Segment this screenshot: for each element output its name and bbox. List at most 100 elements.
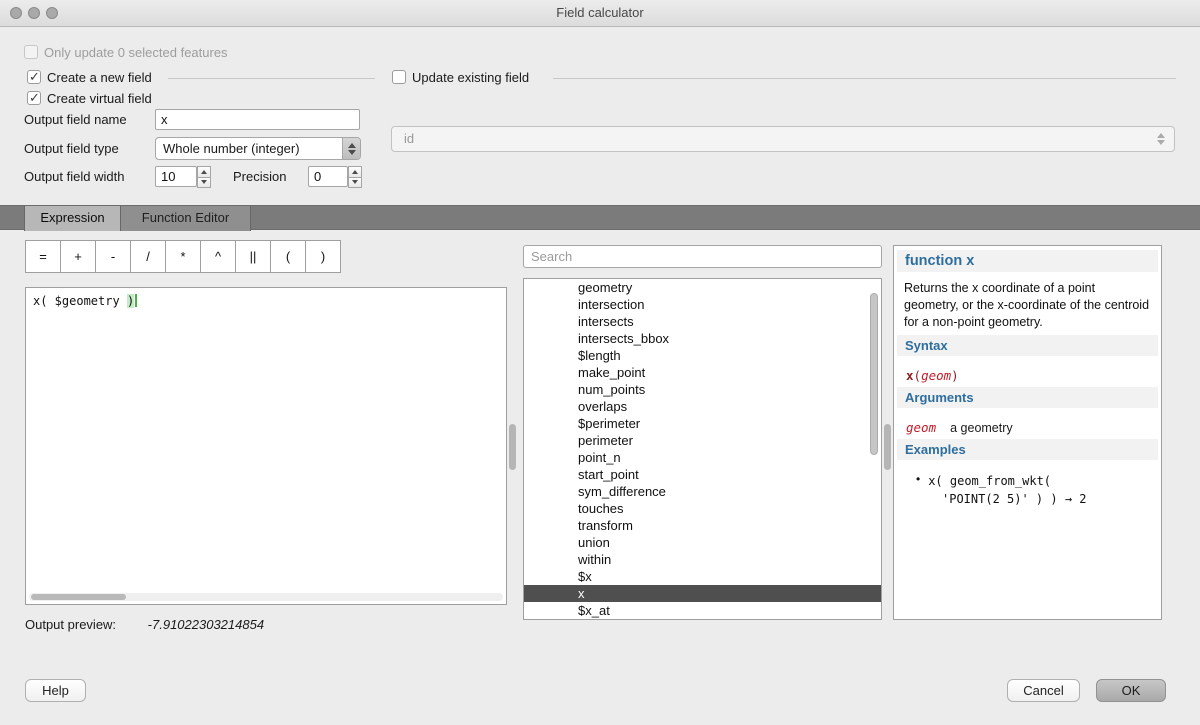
group-divider bbox=[553, 78, 1176, 79]
panel-scrollbar-thumb[interactable] bbox=[884, 424, 891, 470]
existing-field-select[interactable]: id bbox=[391, 126, 1175, 152]
operator-button[interactable]: + bbox=[60, 240, 96, 273]
search-input[interactable] bbox=[523, 245, 882, 268]
tab-expression[interactable]: Expression bbox=[24, 206, 121, 231]
output-field-name-input[interactable] bbox=[155, 109, 360, 130]
output-field-type-value: Whole number (integer) bbox=[156, 138, 342, 159]
function-help-panel: function x Returns the x coordinate of a… bbox=[893, 245, 1162, 620]
ok-button[interactable]: OK bbox=[1096, 679, 1166, 702]
operator-button[interactable]: * bbox=[165, 240, 201, 273]
example-code-line: x( geom_from_wkt( bbox=[928, 472, 1051, 490]
horizontal-scrollbar[interactable] bbox=[29, 593, 503, 601]
output-field-width-label: Output field width bbox=[24, 168, 124, 186]
bullet-icon: • bbox=[916, 472, 920, 490]
function-list-item[interactable]: overlaps bbox=[524, 398, 881, 415]
function-list-item[interactable]: within bbox=[524, 551, 881, 568]
function-list-item[interactable]: touches bbox=[524, 500, 881, 517]
stepper-up-icon[interactable] bbox=[348, 166, 362, 178]
combobox-stepper-icon[interactable] bbox=[342, 138, 360, 159]
operator-row: =+-/*^||() bbox=[25, 240, 341, 273]
tab-bar: Expression Function Editor bbox=[0, 205, 1200, 230]
function-list-item[interactable]: num_points bbox=[524, 381, 881, 398]
expression-scrollbar-thumb[interactable] bbox=[509, 424, 516, 470]
syntax-paren: ) bbox=[951, 368, 959, 383]
function-list-item[interactable]: x bbox=[524, 585, 881, 602]
syntax-heading: Syntax bbox=[897, 335, 1158, 356]
function-list-item[interactable]: start_point bbox=[524, 466, 881, 483]
operator-button[interactable]: / bbox=[130, 240, 166, 273]
function-list-item[interactable]: intersection bbox=[524, 296, 881, 313]
stepper-down-icon[interactable] bbox=[197, 178, 211, 189]
expression-code: x( $geometry ) bbox=[33, 294, 137, 308]
minimize-icon[interactable] bbox=[28, 7, 40, 19]
help-title: function x bbox=[897, 250, 1158, 272]
operator-button[interactable]: ( bbox=[270, 240, 306, 273]
stepper-down-icon[interactable] bbox=[348, 178, 362, 189]
text-cursor bbox=[135, 294, 137, 307]
function-list: geometryintersectionintersectsintersects… bbox=[523, 278, 882, 620]
stepper-up-icon[interactable] bbox=[197, 166, 211, 178]
operator-button[interactable]: - bbox=[95, 240, 131, 273]
function-list-scrollbar-thumb[interactable] bbox=[870, 293, 878, 455]
function-list-item[interactable]: point_n bbox=[524, 449, 881, 466]
function-list-item[interactable]: $x_at bbox=[524, 602, 881, 619]
width-stepper[interactable] bbox=[197, 166, 211, 188]
expression-token: x( bbox=[33, 294, 47, 308]
cancel-button[interactable]: Cancel bbox=[1007, 679, 1080, 702]
function-list-item[interactable]: perimeter bbox=[524, 432, 881, 449]
window-title: Field calculator bbox=[0, 0, 1200, 26]
existing-field-value: id bbox=[392, 127, 1157, 151]
checkbox-unchecked-icon bbox=[24, 45, 38, 59]
argument-description: a geometry bbox=[950, 421, 1013, 435]
tab-function-editor[interactable]: Function Editor bbox=[121, 206, 251, 231]
expression-editor[interactable]: x( $geometry ) bbox=[25, 287, 507, 605]
close-icon[interactable] bbox=[10, 7, 22, 19]
output-preview-value: -7.91022303214854 bbox=[148, 617, 264, 632]
function-list-item[interactable]: intersects bbox=[524, 313, 881, 330]
example-item: • x( geom_from_wkt( 'POINT(2 5)' ) ) → 2 bbox=[916, 472, 1151, 508]
precision-input[interactable] bbox=[308, 166, 348, 187]
create-new-field-label: Create a new field bbox=[47, 70, 152, 85]
create-new-field-checkbox[interactable]: Create a new field bbox=[27, 69, 152, 85]
function-list-item[interactable]: intersects_bbox bbox=[524, 330, 881, 347]
group-divider bbox=[168, 78, 375, 79]
function-list-item[interactable]: transform bbox=[524, 517, 881, 534]
function-list-item[interactable]: sym_difference bbox=[524, 483, 881, 500]
update-existing-field-label: Update existing field bbox=[412, 70, 529, 85]
checkbox-checked-icon bbox=[27, 70, 41, 84]
help-description: Returns the x coordinate of a point geom… bbox=[904, 280, 1151, 331]
scrollbar-thumb[interactable] bbox=[31, 594, 126, 600]
zoom-icon[interactable] bbox=[46, 7, 58, 19]
operator-button[interactable]: ^ bbox=[200, 240, 236, 273]
operator-button[interactable]: ) bbox=[305, 240, 341, 273]
precision-stepper[interactable] bbox=[348, 166, 362, 188]
syntax-code: x(geom) bbox=[906, 368, 1149, 383]
expression-token: $geometry bbox=[47, 294, 126, 308]
argument-row: geom a geometry bbox=[906, 420, 1149, 435]
output-field-width-input[interactable] bbox=[155, 166, 197, 187]
function-list-item[interactable]: $length bbox=[524, 347, 881, 364]
operator-button[interactable]: || bbox=[235, 240, 271, 273]
examples-heading: Examples bbox=[897, 439, 1158, 460]
function-list-item[interactable]: union bbox=[524, 534, 881, 551]
checkbox-unchecked-icon bbox=[392, 70, 406, 84]
title-bar: Field calculator bbox=[0, 0, 1200, 27]
expression-token: ) bbox=[127, 294, 134, 308]
function-list-item[interactable]: $perimeter bbox=[524, 415, 881, 432]
function-list-item[interactable]: make_point bbox=[524, 364, 881, 381]
output-field-type-select[interactable]: Whole number (integer) bbox=[155, 137, 361, 160]
function-list-item[interactable]: $x bbox=[524, 568, 881, 585]
update-existing-field-checkbox[interactable]: Update existing field bbox=[392, 69, 529, 85]
output-field-type-label: Output field type bbox=[24, 140, 119, 158]
function-list-item[interactable]: geometry bbox=[524, 279, 881, 296]
example-code-line: 'POINT(2 5)' ) ) → 2 bbox=[942, 490, 1151, 508]
operator-button[interactable]: = bbox=[25, 240, 61, 273]
create-virtual-field-checkbox[interactable]: Create virtual field bbox=[27, 90, 152, 106]
only-update-label: Only update 0 selected features bbox=[44, 45, 228, 60]
output-preview: Output preview: -7.91022303214854 bbox=[25, 615, 264, 635]
arguments-heading: Arguments bbox=[897, 387, 1158, 408]
only-update-checkbox[interactable]: Only update 0 selected features bbox=[24, 44, 228, 60]
help-button[interactable]: Help bbox=[25, 679, 86, 702]
syntax-argument: geom bbox=[921, 368, 951, 383]
argument-name: geom bbox=[906, 420, 936, 435]
